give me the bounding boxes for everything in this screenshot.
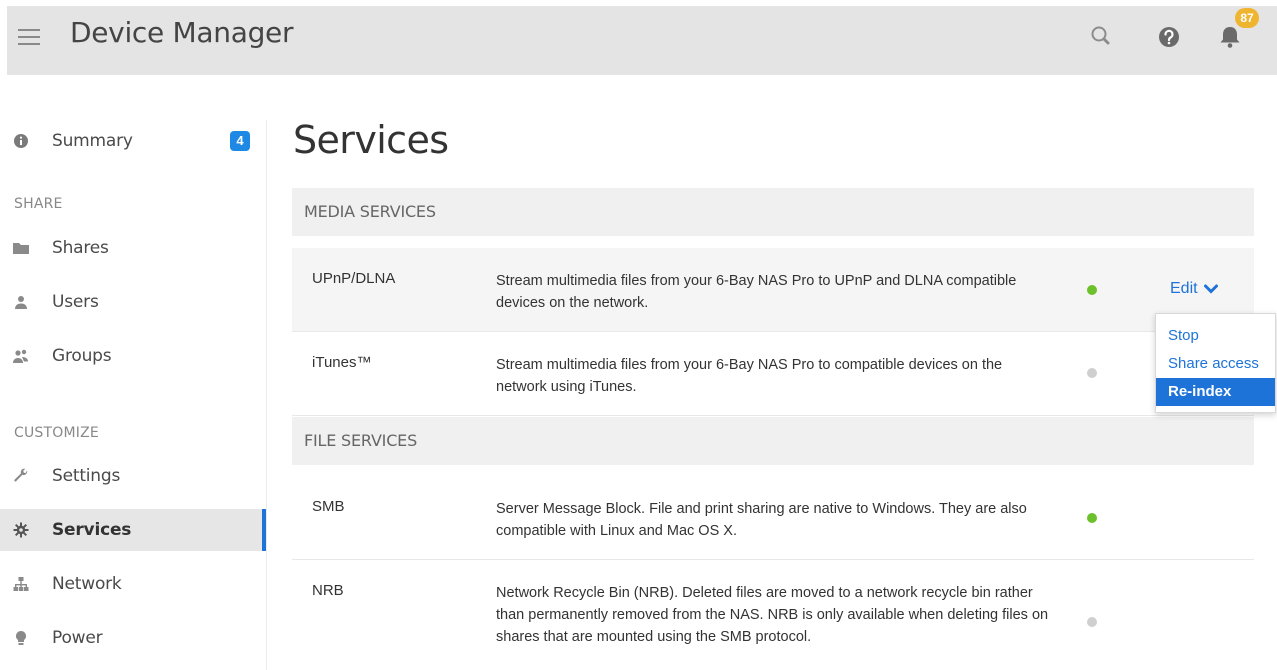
search-icon[interactable] xyxy=(1087,22,1117,52)
sidebar-item-settings[interactable]: Settings xyxy=(0,455,268,497)
edit-dropdown-button[interactable]: Edit xyxy=(1170,280,1218,298)
sidebar-item-services[interactable]: Services xyxy=(0,509,267,551)
group-icon xyxy=(12,347,30,365)
sidebar-divider xyxy=(266,120,267,670)
user-icon xyxy=(12,293,30,311)
sidebar: Summary 4 SHARE Shares Users Groups CUST… xyxy=(0,75,268,670)
sidebar-item-label: Shares xyxy=(52,238,109,258)
app-title: Device Manager xyxy=(70,16,294,49)
service-row-nrb[interactable]: NRB Network Recycle Bin (NRB). Deleted f… xyxy=(292,560,1254,670)
status-indicator xyxy=(1087,368,1097,378)
folder-icon xyxy=(12,239,30,257)
service-row-itunes[interactable]: iTunes™ Stream multimedia files from you… xyxy=(292,332,1254,416)
menu-item-stop[interactable]: Stop xyxy=(1156,322,1275,350)
wrench-icon xyxy=(12,467,30,485)
sidebar-item-label: Settings xyxy=(52,466,121,486)
sidebar-item-network[interactable]: Network xyxy=(0,563,268,605)
sidebar-item-label: Summary xyxy=(52,131,133,151)
sidebar-item-users[interactable]: Users xyxy=(0,281,268,323)
service-row-upnp[interactable]: UPnP/DLNA Stream multimedia files from y… xyxy=(292,248,1254,332)
sidebar-item-label: Users xyxy=(52,292,99,312)
info-icon xyxy=(12,132,30,150)
menu-item-share-access[interactable]: Share access xyxy=(1156,350,1275,378)
status-indicator xyxy=(1087,285,1097,295)
service-description: Network Recycle Bin (NRB). Deleted files… xyxy=(496,585,1049,645)
sidebar-item-power[interactable]: Power xyxy=(0,617,268,659)
sidebar-item-label: Power xyxy=(52,628,103,648)
page-title: Services xyxy=(293,118,449,162)
hamburger-menu-icon[interactable] xyxy=(18,28,40,46)
chevron-down-icon xyxy=(1203,284,1218,294)
section-header-file: FILE SERVICES xyxy=(292,417,1254,465)
network-icon xyxy=(12,575,30,593)
section-header-label: MEDIA SERVICES xyxy=(304,202,436,221)
help-icon[interactable] xyxy=(1154,22,1184,52)
sidebar-item-shares[interactable]: Shares xyxy=(0,227,268,269)
notification-badge[interactable]: 87 xyxy=(1235,8,1259,28)
menu-item-re-index[interactable]: Re-index xyxy=(1156,378,1275,406)
service-name: SMB xyxy=(312,498,345,515)
gear-icon xyxy=(12,521,30,539)
edit-label: Edit xyxy=(1170,280,1198,297)
sidebar-item-groups[interactable]: Groups xyxy=(0,335,268,377)
sidebar-item-label: Groups xyxy=(52,346,112,366)
service-name: iTunes™ xyxy=(312,354,372,371)
service-name: UPnP/DLNA xyxy=(312,270,396,287)
service-name: NRB xyxy=(312,582,344,599)
sidebar-item-label: Services xyxy=(52,520,132,540)
sidebar-item-label: Network xyxy=(52,574,122,594)
service-row-smb[interactable]: SMB Server Message Block. File and print… xyxy=(292,476,1254,560)
summary-count-badge: 4 xyxy=(230,131,250,151)
top-bar: Device Manager 87 xyxy=(7,6,1277,75)
section-header-label: FILE SERVICES xyxy=(304,431,418,450)
status-indicator xyxy=(1087,513,1097,523)
service-description: Server Message Block. File and print sha… xyxy=(496,501,1027,539)
bulb-icon xyxy=(12,629,30,647)
service-description: Stream multimedia files from your 6-Bay … xyxy=(496,357,1003,395)
section-label-customize: CUSTOMIZE xyxy=(14,425,99,441)
status-indicator xyxy=(1087,617,1097,627)
section-header-media: MEDIA SERVICES xyxy=(292,188,1254,236)
edit-dropdown-menu: Stop Share access Re-index xyxy=(1155,313,1276,413)
sidebar-item-summary[interactable]: Summary 4 xyxy=(0,120,268,162)
section-label-share: SHARE xyxy=(14,196,63,212)
service-description: Stream multimedia files from your 6-Bay … xyxy=(496,273,1017,311)
